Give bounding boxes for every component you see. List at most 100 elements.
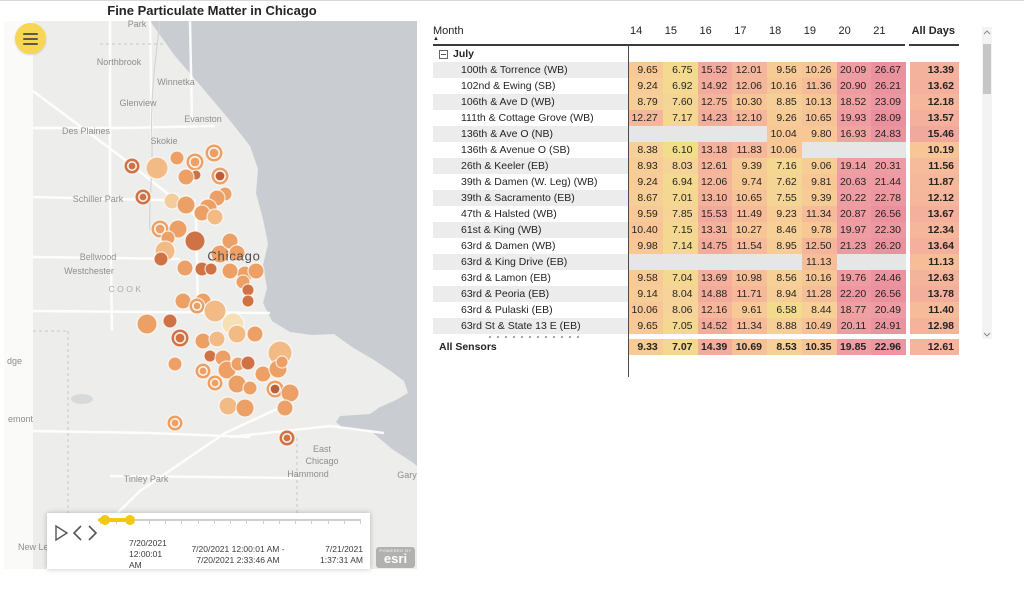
sensor-row-label[interactable]: 111th & Cottage Grove (WB)	[433, 110, 628, 126]
esri-attribution[interactable]: POWERED BY esri	[376, 547, 415, 568]
value-cell: 7.62	[767, 174, 802, 190]
day-column-header[interactable]: 19	[802, 23, 837, 44]
day-column-header[interactable]: 18	[767, 23, 802, 44]
sensor-circle[interactable]	[154, 252, 168, 266]
sensor-row-label[interactable]: 100th & Torrence (WB)	[433, 62, 628, 78]
sensor-row-label[interactable]: 136th & Avenue O (SB)	[433, 142, 628, 158]
day-column-header[interactable]: 20	[837, 23, 872, 44]
sensor-circle[interactable]	[209, 331, 225, 347]
sensor-circle[interactable]	[279, 430, 295, 446]
scroll-up-button[interactable]	[982, 27, 992, 37]
day-column-header[interactable]: 16	[698, 23, 733, 44]
sensor-circle[interactable]	[211, 167, 229, 185]
sensor-circle[interactable]	[135, 189, 151, 205]
value-cell: 7.60	[663, 94, 698, 110]
sensor-circle[interactable]	[207, 375, 223, 391]
sensor-circle[interactable]	[229, 245, 245, 261]
sensor-circle[interactable]	[177, 196, 195, 214]
value-cell: 9.06	[802, 158, 837, 174]
value-cell: 14.23	[698, 110, 733, 126]
time-range-label: 7/20/2021 12:00:01 AM -7/20/2021 2:33:46…	[155, 544, 321, 566]
value-cell: 19.97	[837, 222, 872, 238]
sensor-row-label[interactable]: 63rd St & State 13 E (EB)	[433, 318, 628, 334]
sensor-circle[interactable]	[171, 329, 189, 347]
value-cell: 22.78	[871, 190, 906, 206]
sensor-circle[interactable]	[204, 350, 216, 362]
sensor-circle[interactable]	[243, 381, 257, 395]
sensor-circle[interactable]	[146, 157, 168, 179]
day-column-header[interactable]: 15	[663, 23, 698, 44]
sensor-circle[interactable]	[189, 298, 205, 314]
sensor-row-label[interactable]: 136th & Ave O (NB)	[433, 126, 628, 142]
sensor-circle[interactable]	[248, 263, 264, 279]
sensor-row-label[interactable]: 63rd & King Drive (EB)	[433, 254, 628, 270]
value-cell: 19.76	[837, 270, 872, 286]
sensor-row-label[interactable]: 26th & Keeler (EB)	[433, 158, 628, 174]
sensor-circle[interactable]	[281, 384, 299, 402]
sensor-circle[interactable]	[168, 357, 182, 371]
sensor-circle[interactable]	[242, 284, 254, 296]
value-cell: 12.16	[698, 302, 733, 318]
sensor-row-label[interactable]: 63rd & Peoria (EB)	[433, 286, 628, 302]
step-back-icon[interactable]	[74, 526, 81, 540]
sensor-circle[interactable]	[242, 295, 254, 307]
value-cell: 9.58	[628, 270, 663, 286]
sensor-circle[interactable]	[277, 400, 293, 416]
sensor-circle[interactable]	[228, 325, 246, 343]
day-column-header[interactable]: 17	[732, 23, 767, 44]
value-cell	[698, 126, 733, 142]
value-cell: 10.65	[802, 110, 837, 126]
month-column-header[interactable]: Month ▲	[433, 23, 628, 44]
time-slider-handle-end[interactable]	[125, 515, 135, 525]
sensor-circle[interactable]	[205, 144, 223, 162]
all-days-cell: 13.78	[910, 286, 959, 302]
value-cell: 18.52	[837, 94, 872, 110]
sensor-row-label[interactable]: 39th & Sacramento (EB)	[433, 190, 628, 206]
collapse-icon[interactable]	[439, 50, 448, 59]
value-cell: 7.85	[663, 206, 698, 222]
sensor-row-label[interactable]: 106th & Ave D (WB)	[433, 94, 628, 110]
menu-button[interactable]	[15, 23, 46, 54]
sensor-circle[interactable]	[195, 333, 211, 349]
sensor-row-label[interactable]: 63rd & Pulaski (EB)	[433, 302, 628, 318]
value-cell: 7.15	[663, 222, 698, 238]
day-column-header[interactable]: 14	[628, 23, 663, 44]
time-slider-handle-start[interactable]	[100, 515, 110, 525]
all-days-column-header[interactable]: All Days	[910, 23, 959, 44]
sensor-row-label[interactable]: 39th & Damen (W. Leg) (WB)	[433, 174, 628, 190]
total-value-cell: 19.85	[837, 339, 872, 355]
sensor-circle[interactable]	[167, 415, 183, 431]
sensor-circle[interactable]	[207, 209, 223, 225]
play-icon[interactable]	[56, 526, 67, 540]
sensor-circle[interactable]	[137, 314, 157, 334]
step-forward-icon[interactable]	[89, 526, 96, 540]
sensor-circle[interactable]	[236, 399, 254, 417]
sensor-circle[interactable]	[205, 263, 217, 275]
sensor-circle[interactable]	[163, 314, 177, 328]
table-scrollbar[interactable]	[982, 27, 992, 339]
sensor-circle[interactable]	[219, 397, 237, 415]
time-end-label: 7/21/20211:37:31 AM	[299, 544, 363, 566]
sensor-circle[interactable]	[177, 260, 193, 276]
sensor-row-label[interactable]: 63rd & Lamon (EB)	[433, 270, 628, 286]
scrollbar-thumb[interactable]	[983, 44, 991, 94]
sensor-circle[interactable]	[247, 326, 263, 342]
value-cell: 8.93	[628, 158, 663, 174]
sensor-row-label[interactable]: 47th & Halsted (WB)	[433, 206, 628, 222]
day-column-header[interactable]: 21	[871, 23, 906, 44]
scroll-down-button[interactable]	[982, 329, 992, 339]
sensor-circle[interactable]	[195, 363, 211, 379]
value-cell: 10.98	[732, 270, 767, 286]
value-cell: 24.91	[871, 318, 906, 334]
sensor-circle[interactable]	[185, 231, 205, 251]
sensor-circle[interactable]	[276, 356, 288, 368]
sensor-row-label[interactable]: 63rd & Damen (WB)	[433, 238, 628, 254]
sensor-circle[interactable]	[170, 151, 184, 165]
sensor-circle[interactable]	[124, 158, 140, 174]
sensor-row-label[interactable]: 61st & King (WB)	[433, 222, 628, 238]
sensor-circle[interactable]	[186, 153, 204, 171]
sensor-circle[interactable]	[222, 263, 238, 279]
sensor-circle[interactable]	[241, 356, 255, 370]
sensor-circle[interactable]	[178, 169, 194, 185]
sensor-row-label[interactable]: 102nd & Ewing (SB)	[433, 78, 628, 94]
